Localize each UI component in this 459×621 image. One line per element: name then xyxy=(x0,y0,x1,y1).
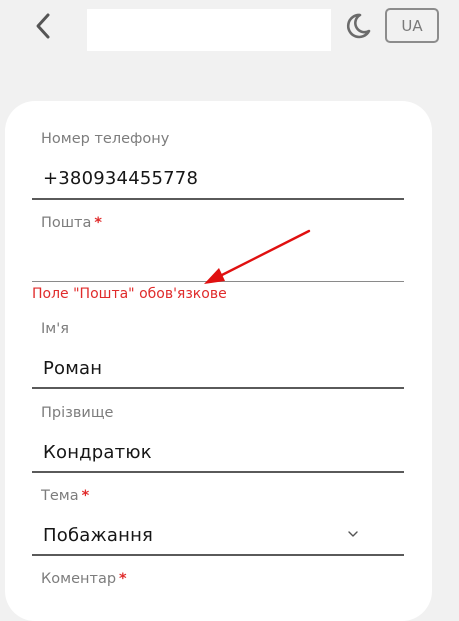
top-bar: UA xyxy=(0,0,459,60)
chevron-down-icon[interactable] xyxy=(346,527,360,541)
surname-underline xyxy=(32,471,404,473)
email-label: Пошта * xyxy=(41,215,102,231)
comment-label: Коментар * xyxy=(41,571,127,587)
surname-field[interactable]: Прізвище Кондратюк xyxy=(32,402,404,476)
phone-label: Номер телефону xyxy=(41,131,170,147)
theme-toggle-button[interactable] xyxy=(342,10,374,42)
name-input-value[interactable]: Роман xyxy=(43,358,102,379)
name-field[interactable]: Ім'я Роман xyxy=(32,318,404,392)
chevron-left-icon xyxy=(36,13,50,39)
name-underline xyxy=(32,387,404,389)
comment-field[interactable]: Коментар * xyxy=(32,568,404,608)
surname-label: Прізвище xyxy=(41,405,114,421)
back-button[interactable] xyxy=(28,10,58,42)
moon-icon xyxy=(346,13,371,39)
topic-label: Тема * xyxy=(41,488,90,504)
topic-underline xyxy=(32,554,404,556)
phone-input-value[interactable]: +380934455778 xyxy=(43,168,198,189)
phone-underline xyxy=(32,198,404,200)
email-underline xyxy=(32,281,404,282)
topic-selected-value[interactable]: Побажання xyxy=(43,525,153,546)
email-field[interactable]: Пошта * xyxy=(32,212,404,286)
email-error-message: Поле "Пошта" обов'язкове xyxy=(32,286,227,302)
topic-select[interactable]: Тема * Побажання xyxy=(32,485,404,559)
phone-field[interactable]: Номер телефону +380934455778 xyxy=(32,128,404,202)
required-mark: * xyxy=(94,215,102,231)
page-title-field xyxy=(87,9,331,51)
required-mark: * xyxy=(81,488,90,504)
language-button[interactable]: UA xyxy=(385,8,439,43)
required-mark: * xyxy=(119,571,127,587)
name-label: Ім'я xyxy=(41,321,69,337)
surname-input-value[interactable]: Кондратюк xyxy=(43,442,152,463)
